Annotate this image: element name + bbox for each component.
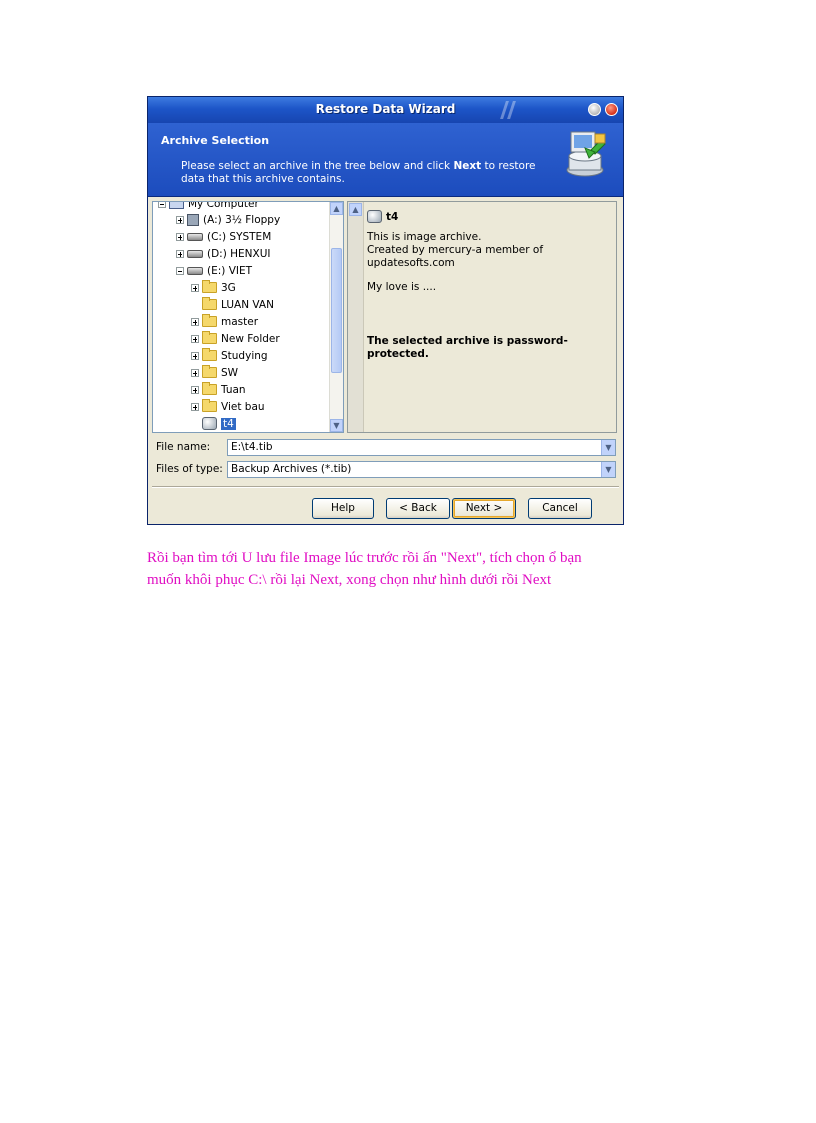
collapse-icon[interactable] [176,266,184,275]
expand-icon[interactable] [191,368,199,377]
tree-item-label: LUAN VAN [221,298,274,311]
title-bar[interactable]: Restore Data Wizard [148,97,623,123]
folder-tree[interactable]: My Computer (A:) 3½ Floppy (C:) SYSTEM (… [152,201,344,433]
expand-icon[interactable] [191,334,199,343]
tree-item-archive-t4[interactable]: t4 [202,416,236,431]
file-name-label: File name: [156,441,211,453]
info-scrollbar[interactable]: ▲ [348,202,364,432]
tree-item-my-computer[interactable]: My Computer [158,201,259,211]
window-title: Restore Data Wizard [315,102,456,116]
help-button[interactable]: Help [312,498,374,519]
folder-icon [202,382,217,395]
archive-comment-line: This is image archive. [367,231,482,243]
expand-icon[interactable] [176,249,184,258]
caption-line: muốn khôi phục C:\ rồi lại Next, xong ch… [147,572,552,588]
folder-icon [202,348,217,361]
expand-icon[interactable] [191,283,199,292]
archive-comment-line: My love is .... [367,281,437,293]
folder-icon [202,280,217,293]
drive-icon [187,232,203,241]
file-name-field[interactable]: E:\t4.tib ▼ [227,439,616,456]
scroll-up-button[interactable]: ▲ [349,203,362,216]
description-bold: Next [453,160,482,172]
tree-item-label: t4 [221,417,236,430]
tree-item-folder-tuan[interactable]: Tuan [191,382,246,397]
tree-item-folder-3g[interactable]: 3G [191,280,236,295]
expand-icon[interactable] [191,385,199,394]
tree-item-drive-e[interactable]: (E:) VIET [176,263,252,278]
wizard-header: Archive Selection Please select an archi… [148,123,623,197]
tree-item-label: (E:) VIET [207,264,253,277]
description-text: Please select an archive in the tree bel… [181,160,454,172]
tree-item-drive-d[interactable]: (D:) HENXUI [176,246,271,261]
tree-item-folder-master[interactable]: master [191,314,258,329]
tree-item-floppy[interactable]: (A:) 3½ Floppy [176,212,280,227]
tree-item-label: My Computer [188,201,259,210]
scroll-down-button[interactable]: ▼ [330,419,343,432]
restore-data-wizard-window: Restore Data Wizard Archive Selection Pl… [147,96,624,525]
archive-name: t4 [367,210,398,223]
drive-icon [187,249,203,258]
archive-info-panel: ▲ t4 This is image archive. Created by m… [347,201,617,433]
tree-item-label: master [221,315,259,328]
tree-item-folder-viet-bau[interactable]: Viet bau [191,399,265,414]
archive-comment-line: Created by mercury-a member of [367,244,544,256]
page-description: Please select an archive in the tree bel… [181,160,551,186]
tree-item-folder-luan-van[interactable]: LUAN VAN [191,297,274,312]
close-button[interactable] [605,103,618,116]
expand-icon[interactable] [176,232,184,241]
archive-comment-line: updatesofts.com [367,257,455,269]
tree-item-label: New Folder [221,332,280,345]
tree-item-label: SW [221,366,239,379]
next-button[interactable]: Next > [452,498,516,519]
file-type-value: Backup Archives (*.tib) [231,463,352,475]
expand-icon[interactable] [176,215,184,224]
file-name-value: E:\t4.tib [231,441,273,453]
tree-item-folder-studying[interactable]: Studying [191,348,268,363]
password-warning-cont: protected. [367,348,429,360]
scroll-thumb[interactable] [331,248,342,373]
separator [152,486,619,488]
archive-icon [367,210,382,223]
folder-icon [202,365,217,378]
tree-item-folder-new-folder[interactable]: New Folder [191,331,280,346]
minimize-button[interactable] [588,103,601,116]
caption-line: Rồi bạn tìm tới U lưu file Image lúc trư… [147,550,582,566]
tree-item-label: 3G [221,281,236,294]
folder-icon [202,314,217,327]
tree-item-folder-sw[interactable]: SW [191,365,238,380]
file-type-select[interactable]: Backup Archives (*.tib) ▼ [227,461,616,478]
chevron-down-icon[interactable]: ▼ [601,440,615,455]
expand-icon[interactable] [191,351,199,360]
folder-icon [202,297,217,310]
tree-item-label: Tuan [221,383,246,396]
expand-icon[interactable] [191,317,199,326]
folder-icon [202,399,217,412]
password-warning: The selected archive is password- [367,335,568,347]
tree-item-label: (C:) SYSTEM [207,230,272,243]
tree-scrollbar[interactable]: ▲ ▼ [329,202,343,432]
file-type-label: Files of type: [156,463,223,475]
drive-icon [187,266,203,275]
chevron-down-icon[interactable]: ▼ [601,462,615,477]
tree-item-drive-c[interactable]: (C:) SYSTEM [176,229,271,244]
scroll-up-button[interactable]: ▲ [330,202,343,215]
computer-icon [169,202,184,209]
archive-name-label: t4 [386,210,399,223]
tree-item-label: (A:) 3½ Floppy [203,213,281,226]
tree-item-label: Studying [221,349,268,362]
floppy-icon [187,213,199,226]
back-button[interactable]: < Back [386,498,450,519]
folder-icon [202,331,217,344]
tree-item-label: (D:) HENXUI [207,247,271,260]
collapse-icon[interactable] [158,202,166,208]
cancel-button[interactable]: Cancel [528,498,592,519]
page-title: Archive Selection [161,134,270,147]
archive-icon [202,417,217,430]
instruction-caption: Rồi bạn tìm tới U lưu file Image lúc trư… [147,547,707,591]
restore-wizard-icon [566,131,606,177]
tree-item-label: Viet bau [221,400,265,413]
expand-icon[interactable] [191,402,199,411]
